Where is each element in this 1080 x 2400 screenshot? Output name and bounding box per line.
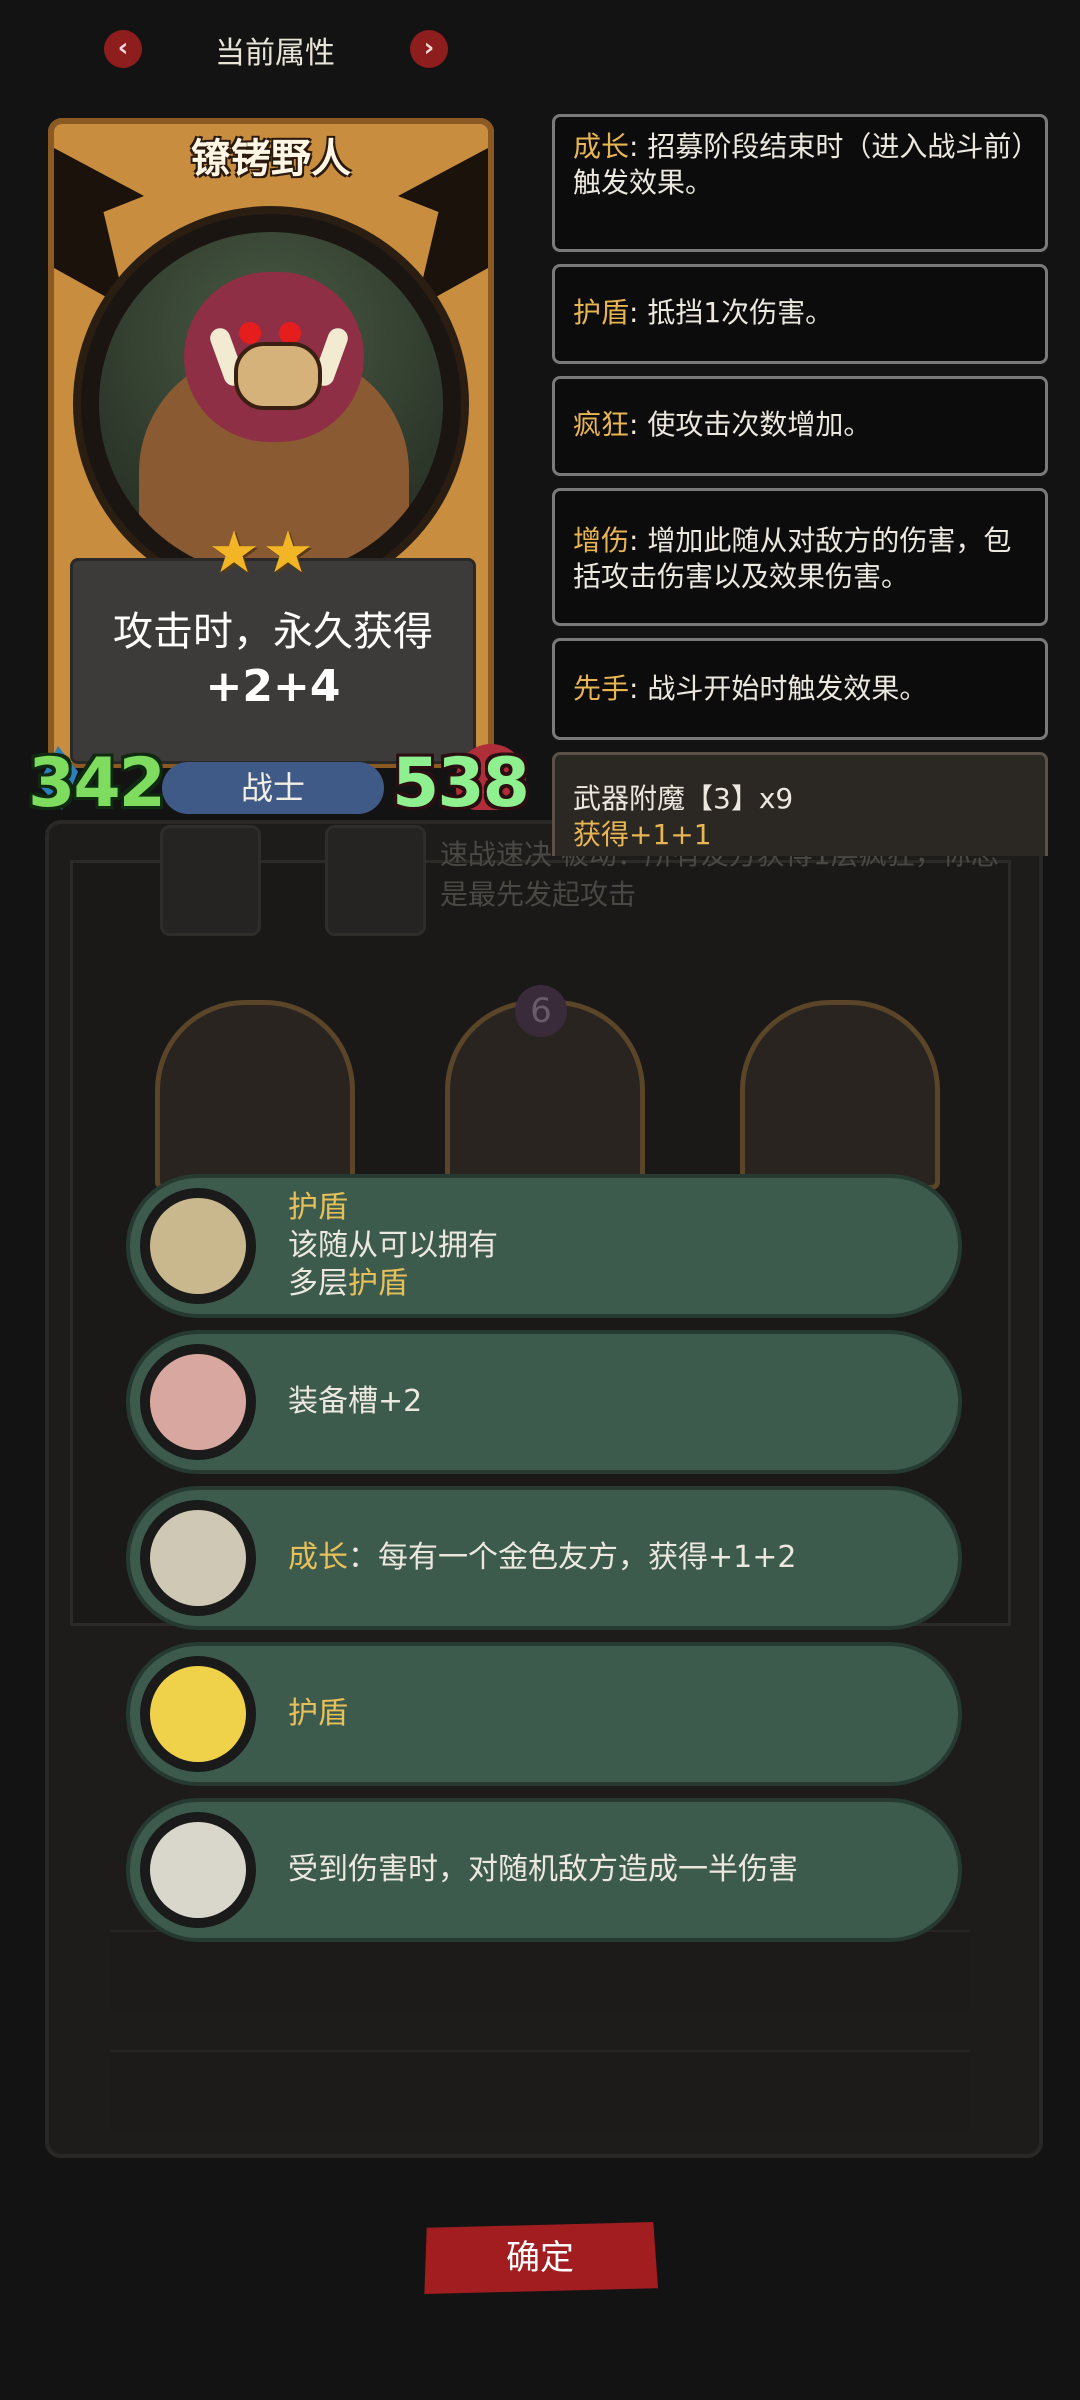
next-arrow-button[interactable]: ›: [410, 30, 448, 68]
perk-item[interactable]: 受到伤害时，对随机敌方造成一半伤害: [130, 1802, 958, 1938]
card-description: 攻击时，永久获得: [113, 609, 433, 655]
dagger-icon: [140, 1500, 256, 1616]
keyword-name: 增伤: [573, 524, 630, 557]
chevron-right-icon: ›: [423, 33, 435, 63]
keyword-text: 使攻击次数增加。: [647, 408, 872, 441]
weapon-enchant-panel: 武器附魔【3】x9 获得+1+1: [552, 752, 1048, 856]
mirror-icon: [140, 1188, 256, 1304]
attack-value: 342: [28, 744, 166, 823]
keyword-name: 疯狂: [573, 408, 630, 441]
perk-text: 受到伤害时，对随机敌方造成一半伤害: [288, 1852, 798, 1887]
card-description-box: 攻击时，永久获得 +2+4: [70, 558, 476, 764]
perk-item[interactable]: 装备槽+2: [130, 1334, 958, 1470]
background-hero-icon: [160, 825, 261, 936]
keyword-name: 护盾: [573, 296, 630, 329]
background-tier-badge: 6: [515, 985, 567, 1037]
star-icon: ★: [262, 518, 314, 586]
background-minion-portrait: [155, 1000, 355, 1190]
pig-icon: [140, 1344, 256, 1460]
chevron-left-icon: ‹: [117, 33, 129, 63]
class-badge: 战士: [162, 762, 384, 814]
confirm-button[interactable]: 确定: [424, 2222, 658, 2294]
card-name: 镣铐野人: [191, 136, 351, 182]
perk-keyword: 护盾: [288, 1190, 348, 1225]
health-value: 538: [392, 744, 530, 823]
background-minion-portrait: [740, 1000, 940, 1190]
perk-item[interactable]: 护盾: [130, 1646, 958, 1782]
keyword-name: 先手: [573, 672, 630, 705]
background-crystal-icon: [325, 825, 426, 936]
background-row: [110, 1930, 970, 2012]
keyword-tooltip-frenzy: 疯狂: 使攻击次数增加。: [552, 376, 1048, 476]
keyword-tooltip-growth: 成长: 招募阶段结束时（进入战斗前）触发效果。: [552, 114, 1048, 252]
perk-item[interactable]: 护盾 该随从可以拥有 多层护盾: [130, 1178, 958, 1314]
keyword-tooltip-shield: 护盾: 抵挡1次伤害。: [552, 264, 1048, 364]
perk-text: 装备槽+2: [288, 1384, 423, 1419]
perk-keyword: 成长: [288, 1540, 348, 1575]
keyword-name: 成长: [573, 130, 630, 163]
perk-text: ：每有一个金色友方，获得+1+2: [348, 1540, 797, 1575]
star-rating: ★★: [208, 518, 316, 586]
perk-item[interactable]: 成长：每有一个金色友方，获得+1+2: [130, 1490, 958, 1626]
background-row: [110, 2050, 970, 2132]
enchant-title: 武器附魔【3】x9: [573, 782, 794, 815]
boar-snout: [234, 342, 322, 410]
minion-card: 镣铐野人 攻击时，永久获得 +2+4 ★★: [48, 118, 494, 768]
star-icon: ★: [208, 518, 260, 586]
boar-eye: [239, 322, 261, 344]
hand-mirror-icon: [140, 1812, 256, 1928]
keyword-tooltip-first-strike: 先手: 战斗开始时触发效果。: [552, 638, 1048, 740]
perk-text: 多层: [288, 1266, 348, 1301]
boar-eye: [279, 322, 301, 344]
keyword-text: 战斗开始时触发效果。: [647, 672, 928, 705]
keyword-tooltip-damage-boost: 增伤: 增加此随从对敌方的伤害，包括攻击伤害以及效果伤害。: [552, 488, 1048, 626]
prev-arrow-button[interactable]: ‹: [104, 30, 142, 68]
perk-keyword: 护盾: [288, 1696, 348, 1731]
page-title: 当前属性: [215, 36, 335, 71]
perk-keyword: 护盾: [348, 1266, 408, 1301]
card-description-value: +2+4: [205, 661, 341, 712]
enchant-bonus: 获得+1+1: [573, 818, 712, 851]
keyword-text: 抵挡1次伤害。: [647, 296, 834, 329]
perk-text: 该随从可以拥有: [288, 1228, 498, 1263]
sun-warrior-icon: [140, 1656, 256, 1772]
